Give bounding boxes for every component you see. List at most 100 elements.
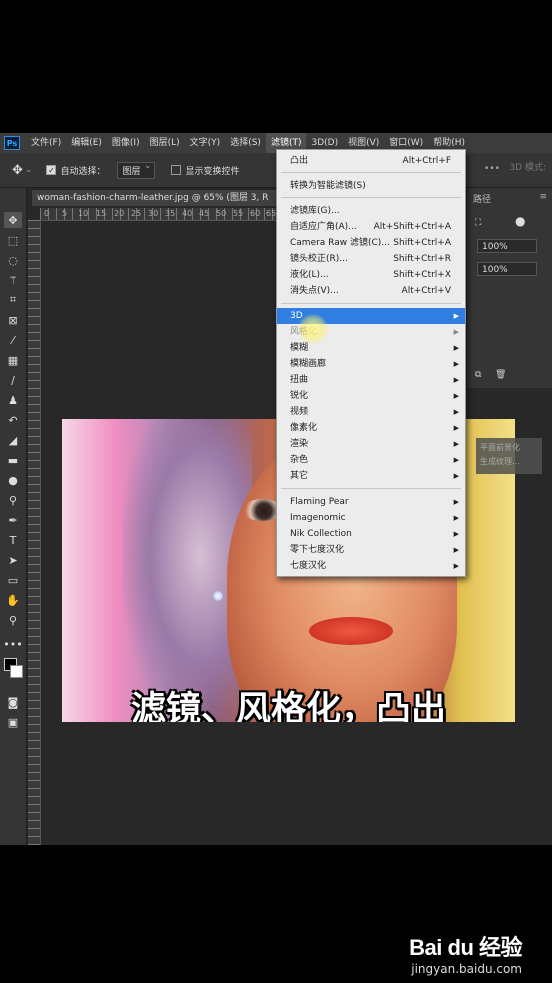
ruler-label: 40 <box>182 209 193 218</box>
ruler-label: 25 <box>131 209 142 218</box>
menu-select[interactable]: 选择(S) <box>225 133 266 153</box>
ruler-label: 45 <box>199 209 210 218</box>
history-brush-tool-icon[interactable]: ↶ <box>4 412 22 428</box>
ruler-label: 10 <box>78 209 89 218</box>
filter-pixelate-item[interactable]: 像素化 ▶ <box>277 420 465 436</box>
menu-type[interactable]: 文字(Y) <box>185 133 226 153</box>
blur-tool-icon[interactable]: ● <box>4 472 22 488</box>
menu-file[interactable]: 文件(F) <box>26 133 66 153</box>
screen-mode-icon[interactable]: ▣ <box>4 714 22 730</box>
filter-lens-correction-item[interactable]: 镜头校正(R)... Shift+Ctrl+R <box>277 251 465 267</box>
ruler-label: 0 <box>44 209 50 218</box>
magic-wand-tool-icon[interactable]: ⚚ <box>4 272 22 288</box>
filter-smart-filter-item[interactable]: 转换为智能滤镜(S) <box>277 178 465 194</box>
more-options-icon[interactable]: ••• <box>484 164 500 174</box>
ruler-label: 65 <box>266 209 277 218</box>
filter-blur-item[interactable]: 模糊 ▶ <box>277 340 465 356</box>
zoom-tool-icon[interactable]: ⚲ <box>4 612 22 628</box>
marquee-tool-icon[interactable]: ⬚ <box>4 232 22 248</box>
ruler-label: 30 <box>148 209 159 218</box>
menu-image[interactable]: 图像(I) <box>107 133 145 153</box>
move-tool-preset[interactable]: ✥ <box>12 163 23 178</box>
filter-vanishing-point-item[interactable]: 消失点(V)... Alt+Ctrl+V <box>277 283 465 299</box>
filter-imagenomic-item[interactable]: Imagenomic ▶ <box>277 510 465 526</box>
filter-flaming-pear-item[interactable]: Flaming Pear ▶ <box>277 494 465 510</box>
watermark-url: jingyan.baidu.com <box>411 962 522 976</box>
opacity-field[interactable]: 100% <box>477 239 537 253</box>
properties-panel: 路径 ≡ ⛶ ● 100% 100% ⧉ 🗑 <box>466 188 552 388</box>
show-transform-option[interactable]: 显示变换控件 <box>171 164 240 177</box>
healing-brush-tool-icon[interactable]: ▦ <box>4 352 22 368</box>
more-tools-icon[interactable]: ••• <box>3 636 22 652</box>
delete-icon[interactable]: 🗑 <box>495 370 506 380</box>
photoshop-logo: Ps <box>4 136 20 150</box>
auto-select-dropdown[interactable]: 图层 <box>117 161 156 179</box>
hand-tool-icon[interactable]: ✋ <box>4 592 22 608</box>
filter-other-item[interactable]: 其它 ▶ <box>277 468 465 484</box>
menu-layer[interactable]: 图层(L) <box>145 133 185 153</box>
lasso-tool-icon[interactable]: ◌ <box>4 252 22 268</box>
preset-chevron-icon[interactable]: ⌄ <box>25 165 33 175</box>
pen-tool-icon[interactable]: ✒ <box>4 512 22 528</box>
filter-nik-collection-item[interactable]: Nik Collection ▶ <box>277 526 465 542</box>
show-transform-label: 显示变换控件 <box>185 166 240 177</box>
quick-mask-icon[interactable]: ◙ <box>4 694 22 710</box>
shape-tool-icon[interactable]: ▭ <box>4 572 22 588</box>
crop-tool-icon[interactable]: ⌗ <box>4 292 22 308</box>
filter-tooltip: 平面前景化 生成纹理... <box>476 438 542 474</box>
path-selection-tool-icon[interactable]: ➤ <box>4 552 22 568</box>
lock-icon[interactable]: ⛶ <box>475 218 481 228</box>
move-tool-icon[interactable]: ✥ <box>4 212 22 228</box>
filter-sharpen-item[interactable]: 锐化 ▶ <box>277 388 465 404</box>
ruler-label: 15 <box>96 209 107 218</box>
paths-tab[interactable]: 路径 <box>473 192 491 205</box>
portrait-earring <box>213 591 223 601</box>
eyedropper-tool-icon[interactable]: ⁄ <box>4 332 22 348</box>
auto-select-checkbox[interactable]: ✓ <box>46 165 57 175</box>
3d-mode-label: 3D 模式: <box>509 163 546 173</box>
video-caption: 滤镜、风格化，凸出 <box>130 690 446 722</box>
ruler-label: 55 <box>233 209 244 218</box>
baidu-jingyan-watermark: Bai du 经验 jingyan.baidu.com <box>409 930 522 976</box>
eraser-tool-icon[interactable]: ◢ <box>4 432 22 448</box>
filter-gallery-item[interactable]: 滤镜库(G)... <box>277 203 465 219</box>
new-layer-icon[interactable]: ⧉ <box>475 370 481 380</box>
brush-tool-icon[interactable]: ∕ <box>4 372 22 388</box>
filter-camera-raw-item[interactable]: Camera Raw 滤镜(C)... Shift+Ctrl+A <box>277 235 465 251</box>
fill-field[interactable]: 100% <box>477 262 537 276</box>
ruler-label: 60 <box>250 209 261 218</box>
tooltip-line: 平面前景化 <box>480 443 520 452</box>
filter-extrude-item[interactable]: 凸出 Alt+Ctrl+F <box>277 153 465 169</box>
clone-stamp-tool-icon[interactable]: ♟ <box>4 392 22 408</box>
panel-menu-icon[interactable]: ≡ <box>539 192 547 202</box>
gradient-tool-icon[interactable]: ▬ <box>4 452 22 468</box>
watermark-logo: Bai du 经验 <box>409 935 522 960</box>
filter-qidu-item[interactable]: 七度汉化 ▶ <box>277 558 465 574</box>
menu-edit[interactable]: 编辑(E) <box>66 133 107 153</box>
filter-lingxia-qidu-item[interactable]: 零下七度汉化 ▶ <box>277 542 465 558</box>
ruler-label: 35 <box>165 209 176 218</box>
filter-liquify-item[interactable]: 液化(L)... Shift+Ctrl+X <box>277 267 465 283</box>
auto-select-label: 自动选择： <box>60 166 106 177</box>
tools-panel: ✥ ⬚ ◌ ⚚ ⌗ ⊠ ⁄ ▦ ∕ ♟ ↶ ◢ ▬ ● ⚲ ✒ T ➤ ▭ ✋ … <box>0 188 27 845</box>
frame-tool-icon[interactable]: ⊠ <box>4 312 22 328</box>
filter-menu: 凸出 Alt+Ctrl+F 转换为智能滤镜(S) 滤镜库(G)... 自适应广角(… <box>276 149 466 577</box>
type-tool-icon[interactable]: T <box>4 532 22 548</box>
ruler-label: 5 <box>62 209 68 218</box>
color-swatches-icon[interactable] <box>4 658 23 686</box>
ruler-label: 50 <box>216 209 227 218</box>
dot-icon[interactable]: ● <box>515 214 525 228</box>
filter-adaptive-wide-angle-item[interactable]: 自适应广角(A)... Alt+Shift+Ctrl+A <box>277 219 465 235</box>
filter-video-item[interactable]: 视频 ▶ <box>277 404 465 420</box>
portrait-lips <box>309 617 393 645</box>
filter-blur-gallery-item[interactable]: 模糊画廊 ▶ <box>277 356 465 372</box>
document-tab[interactable]: woman-fashion-charm-leather.jpg @ 65% (图… <box>32 190 276 206</box>
filter-render-item[interactable]: 渲染 ▶ <box>277 436 465 452</box>
cursor-highlight <box>298 314 328 344</box>
filter-noise-item[interactable]: 杂色 ▶ <box>277 452 465 468</box>
auto-select-option[interactable]: ✓ 自动选择： <box>46 164 105 177</box>
vertical-ruler <box>28 220 41 845</box>
show-transform-checkbox[interactable] <box>171 165 182 175</box>
dodge-tool-icon[interactable]: ⚲ <box>4 492 22 508</box>
filter-distort-item[interactable]: 扭曲 ▶ <box>277 372 465 388</box>
